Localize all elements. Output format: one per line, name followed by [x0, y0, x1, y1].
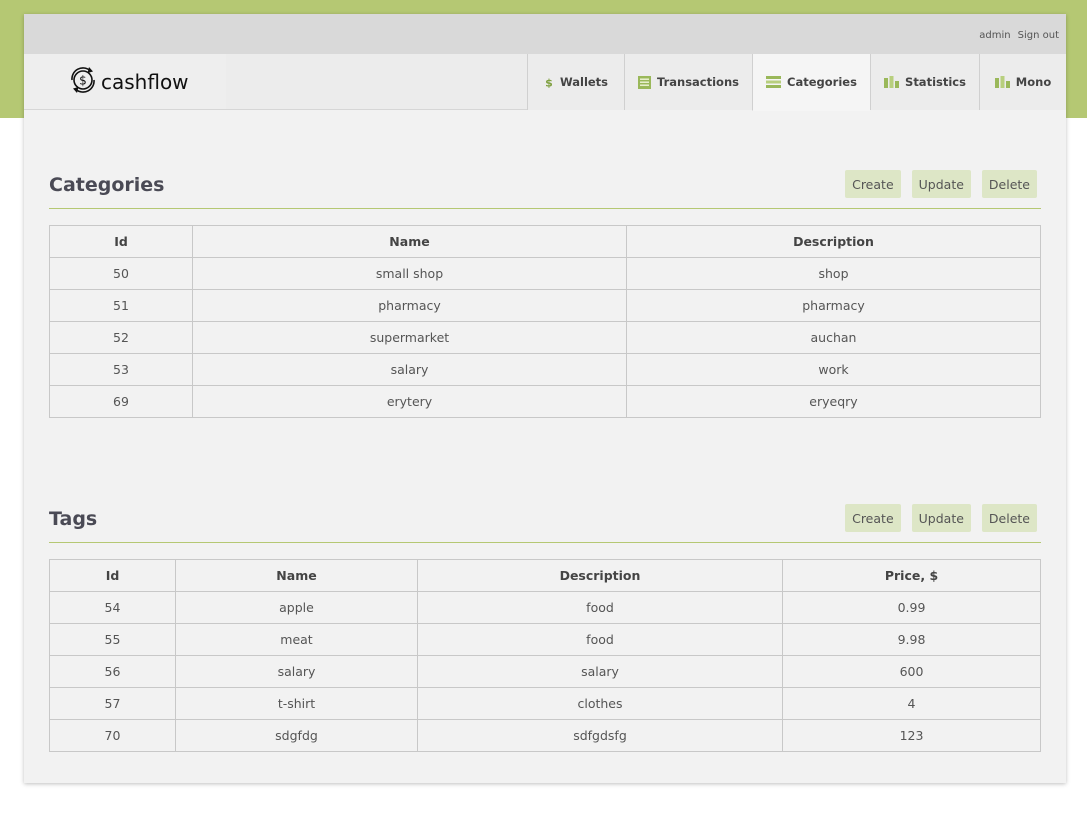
bar-chart-icon	[884, 76, 900, 88]
table-row[interactable]: 56 salary salary 600	[49, 655, 1041, 688]
cell-name: salary	[175, 655, 418, 688]
tags-table: Id Name Description Price, $ 54 apple fo…	[49, 559, 1041, 752]
tab-wallets[interactable]: $ Wallets	[527, 54, 624, 110]
categories-delete-button[interactable]: Delete	[981, 170, 1037, 198]
table-header-row: Id Name Description Price, $	[49, 559, 1041, 592]
cell-name: salary	[192, 353, 627, 386]
tab-statistics[interactable]: Statistics	[870, 54, 979, 110]
dollar-icon: $	[544, 76, 554, 89]
categories-actions: Create Update Delete	[834, 170, 1037, 198]
bar-chart-icon	[994, 76, 1010, 88]
column-header-description[interactable]: Description	[417, 559, 783, 592]
table-row[interactable]: 69 erytery eryeqry	[49, 385, 1041, 418]
tab-label: Transactions	[657, 75, 739, 89]
cell-price: 123	[782, 719, 1041, 752]
main-content: Categories Create Update Delete Id Name …	[24, 163, 1066, 752]
column-header-name[interactable]: Name	[175, 559, 418, 592]
cell-price: 9.98	[782, 623, 1041, 656]
tab-categories[interactable]: Categories	[752, 54, 870, 111]
column-header-name[interactable]: Name	[192, 225, 627, 258]
tab-mono[interactable]: Mono	[979, 54, 1066, 110]
user-link[interactable]: admin	[979, 30, 1010, 41]
column-header-description[interactable]: Description	[626, 225, 1041, 258]
logo[interactable]: $ cashflow	[24, 54, 226, 109]
cell-id: 55	[49, 623, 176, 656]
cell-id: 69	[49, 385, 193, 418]
tab-label: Categories	[787, 75, 857, 89]
table-row[interactable]: 55 meat food 9.98	[49, 623, 1041, 656]
cell-id: 70	[49, 719, 176, 752]
categories-header: Categories Create Update Delete	[49, 163, 1041, 209]
tab-label: Mono	[1015, 75, 1052, 89]
tab-label: Statistics	[905, 75, 966, 89]
cell-id: 52	[49, 321, 193, 354]
cell-price: 0.99	[782, 591, 1041, 624]
cell-description: pharmacy	[626, 289, 1041, 322]
cell-name: erytery	[192, 385, 627, 418]
cell-name: supermarket	[192, 321, 627, 354]
tags-header: Tags Create Update Delete	[49, 497, 1041, 543]
cell-description: food	[417, 623, 783, 656]
table-row[interactable]: 53 salary work	[49, 353, 1041, 386]
categories-title: Categories	[49, 174, 165, 196]
table-row[interactable]: 50 small shop shop	[49, 257, 1041, 290]
cell-price: 600	[782, 655, 1041, 688]
cell-description: work	[626, 353, 1041, 386]
table-header-row: Id Name Description	[49, 225, 1041, 258]
cell-description: salary	[417, 655, 783, 688]
tags-actions: Create Update Delete	[834, 504, 1037, 532]
column-header-id[interactable]: Id	[49, 225, 193, 258]
table-row[interactable]: 51 pharmacy pharmacy	[49, 289, 1041, 322]
cell-name: apple	[175, 591, 418, 624]
cell-id: 57	[49, 687, 176, 720]
categories-update-button[interactable]: Update	[911, 170, 971, 198]
cell-price: 4	[782, 687, 1041, 720]
categories-create-button[interactable]: Create	[845, 170, 901, 198]
stack-icon	[766, 76, 782, 88]
cell-id: 51	[49, 289, 193, 322]
app-frame: admin Sign out $ cashflow $ Wallets Tran…	[24, 14, 1066, 783]
cell-name: pharmacy	[192, 289, 627, 322]
table-row[interactable]: 57 t-shirt clothes 4	[49, 687, 1041, 720]
svg-text:$: $	[79, 73, 87, 87]
cell-name: small shop	[192, 257, 627, 290]
navbar: $ cashflow $ Wallets Transactions Catego…	[24, 54, 1066, 111]
column-header-id[interactable]: Id	[49, 559, 176, 592]
cell-name: meat	[175, 623, 418, 656]
categories-table: Id Name Description 50 small shop shop 5…	[49, 225, 1041, 418]
table-row[interactable]: 52 supermarket auchan	[49, 321, 1041, 354]
topbar: admin Sign out	[24, 14, 1066, 54]
table-row[interactable]: 70 sdgfdg sdfgdsfg 123	[49, 719, 1041, 752]
dollar-cycle-icon: $	[68, 63, 98, 101]
table-row[interactable]: 54 apple food 0.99	[49, 591, 1041, 624]
list-icon	[638, 75, 651, 89]
cell-description: eryeqry	[626, 385, 1041, 418]
column-header-price[interactable]: Price, $	[782, 559, 1041, 592]
cell-description: clothes	[417, 687, 783, 720]
cell-name: t-shirt	[175, 687, 418, 720]
tab-label: Wallets	[559, 75, 609, 89]
cell-description: shop	[626, 257, 1041, 290]
tags-update-button[interactable]: Update	[911, 504, 971, 532]
cell-id: 50	[49, 257, 193, 290]
cell-description: food	[417, 591, 783, 624]
sign-out-link[interactable]: Sign out	[1018, 30, 1059, 41]
tags-delete-button[interactable]: Delete	[981, 504, 1037, 532]
cell-description: auchan	[626, 321, 1041, 354]
cell-id: 53	[49, 353, 193, 386]
cell-id: 56	[49, 655, 176, 688]
logo-text: cashflow	[101, 69, 189, 94]
tab-transactions[interactable]: Transactions	[624, 54, 752, 110]
tags-create-button[interactable]: Create	[845, 504, 901, 532]
svg-text:$: $	[545, 77, 553, 89]
cell-name: sdgfdg	[175, 719, 418, 752]
cell-description: sdfgdsfg	[417, 719, 783, 752]
nav-tabs: $ Wallets Transactions Categories Statis…	[527, 54, 1066, 111]
cell-id: 54	[49, 591, 176, 624]
tags-title: Tags	[49, 508, 98, 530]
